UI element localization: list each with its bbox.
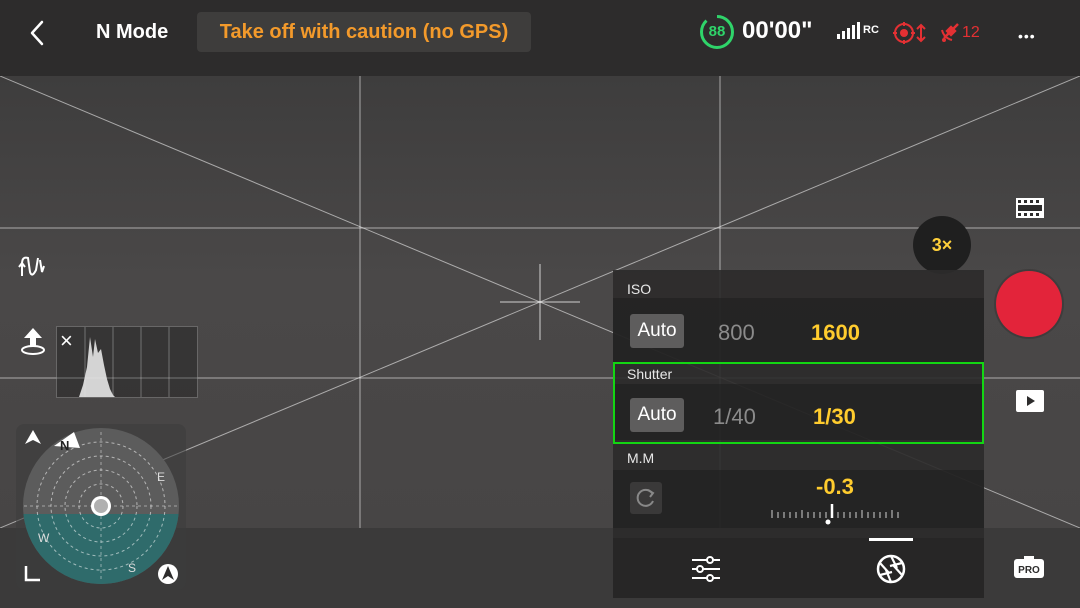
back-button[interactable] — [24, 18, 54, 48]
panel-tab-bar — [613, 538, 984, 598]
gps-warning-banner[interactable]: Take off with caution (no GPS) — [197, 12, 531, 52]
compass-east: E — [157, 470, 165, 484]
settings-sliders-icon[interactable] — [692, 556, 720, 582]
shutter-highlight — [613, 362, 984, 444]
satellite-icon[interactable] — [940, 20, 962, 44]
exposure-settings-panel: ISO Auto 800 1600 Shutter Auto 1/40 1/30… — [613, 270, 984, 538]
exposure-value[interactable]: -0.3 — [816, 474, 854, 500]
chevron-left-icon — [30, 20, 44, 46]
flight-time: 00'00" — [742, 17, 813, 44]
exposure-slider[interactable] — [768, 504, 908, 526]
reset-icon — [636, 488, 655, 507]
battery-percent[interactable]: 88 — [699, 14, 735, 50]
satellite-count: 12 — [962, 24, 980, 41]
center-crosshair — [500, 264, 580, 340]
iso-auto-button[interactable]: Auto — [630, 314, 684, 348]
aperture-icon[interactable] — [876, 554, 906, 584]
top-status-bar: N Mode Take off with caution (no GPS) 88… — [0, 0, 1080, 76]
iso-option-current[interactable]: 1600 — [811, 320, 860, 346]
iso-option-previous[interactable]: 800 — [718, 320, 755, 346]
close-icon[interactable]: × — [60, 330, 82, 352]
video-mode-icon[interactable] — [1016, 198, 1044, 218]
compass-radar[interactable]: N E S W — [16, 424, 186, 592]
flight-route-icon[interactable] — [18, 252, 46, 280]
record-button[interactable] — [996, 271, 1062, 337]
compass-west: W — [38, 531, 50, 545]
metering-label: M.M — [627, 450, 655, 466]
iso-label: ISO — [627, 281, 652, 297]
obstacle-sensing-icon[interactable] — [893, 21, 931, 45]
pro-camera-icon: PRO — [1014, 556, 1044, 578]
pro-mode-button[interactable]: PRO — [1014, 556, 1044, 583]
zoom-button[interactable]: 3× — [913, 216, 971, 274]
flight-mode-label[interactable]: N Mode — [96, 21, 168, 44]
compass-north: N — [60, 438, 69, 453]
active-tab-indicator — [869, 538, 913, 541]
compass-south: S — [128, 561, 136, 575]
signal-strength-icon — [837, 22, 860, 39]
playback-icon[interactable] — [1016, 390, 1044, 412]
rc-label: RC — [863, 24, 879, 36]
pro-label: PRO — [1018, 565, 1040, 576]
more-menu-button[interactable]: ••• — [1018, 28, 1036, 44]
auto-takeoff-icon[interactable] — [18, 326, 48, 356]
reset-button[interactable] — [630, 482, 662, 514]
